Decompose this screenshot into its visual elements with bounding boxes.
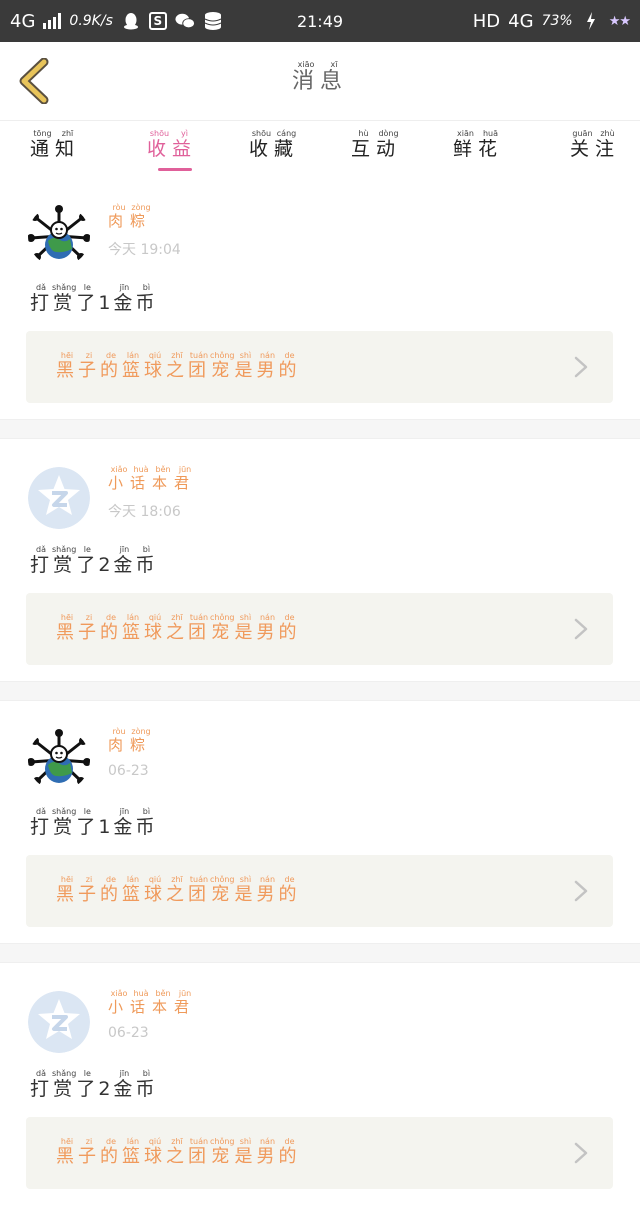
- referenced-post[interactable]: 黑hēi子zi的de篮lán球qiú之zhī团tuán宠chǒng是shì男ná…: [26, 855, 613, 927]
- avatar[interactable]: [28, 205, 90, 267]
- qq-avatar-icon: [28, 467, 90, 529]
- referenced-post[interactable]: 黑hēi子zi的de篮lán球qiú之zhī团tuán宠chǒng是shì男ná…: [26, 593, 613, 665]
- active-tab-indicator: [158, 168, 192, 171]
- chevron-right-icon: [574, 1142, 588, 1164]
- referenced-post[interactable]: 黑hēi子zi的de篮lán球qiú之zhī团tuán宠chǒng是shì男ná…: [26, 331, 613, 403]
- timestamp: 今天 19:04: [108, 242, 181, 258]
- globe-avatar-icon: [28, 205, 90, 267]
- reward-text: 打dǎ赏shǎng了le2金jīn币bì: [30, 1069, 158, 1100]
- chevron-right-icon: [574, 356, 588, 378]
- referenced-post[interactable]: 黑hēi子zi的de篮lán球qiú之zhī团tuán宠chǒng是shì男ná…: [26, 1117, 613, 1189]
- referenced-post-title: 黑hēi子zi的de篮lán球qiú之zhī团tuán宠chǒng是shì男ná…: [56, 875, 301, 905]
- message-card: 小xiǎo话huà本běn君jūn 今天 18:06 打dǎ赏shǎng了le2…: [0, 439, 640, 681]
- s-icon: S: [148, 12, 167, 30]
- title-char: 息xī: [320, 60, 349, 94]
- title-bar: 消xiāo息xī: [0, 42, 640, 121]
- username[interactable]: 肉ròu粽zòng: [108, 203, 152, 231]
- referenced-post-title: 黑hēi子zi的de篮lán球qiú之zhī团tuán宠chǒng是shì男ná…: [56, 613, 301, 643]
- charging-icon: [581, 11, 601, 31]
- tab-bar: 通tōng 知zhī 收shōu 益yì 收shōu 藏cáng 互hù 动dòng 鲜…: [0, 121, 640, 177]
- message-card: 肉ròu粽zòng 今天 19:04 打dǎ赏shǎng了le1金jīn币bì …: [0, 177, 640, 419]
- username[interactable]: 肉ròu粽zòng: [108, 727, 152, 755]
- chevron-right-icon: [574, 618, 588, 640]
- hd-indicator: HD: [472, 10, 501, 32]
- tab-following[interactable]: 关guān 注zhù: [530, 121, 630, 177]
- message-card: 肉ròu粽zòng 06-23 打dǎ赏shǎng了le1金jīn币bì 黑hē…: [0, 701, 640, 943]
- battery-level: 73%: [541, 13, 573, 29]
- timestamp: 今天 18:06: [108, 504, 181, 520]
- reward-text: 打dǎ赏shǎng了le2金jīn币bì: [30, 545, 158, 576]
- referenced-post-title: 黑hēi子zi的de篮lán球qiú之zhī团tuán宠chǒng是shì男ná…: [56, 1137, 301, 1167]
- avatar[interactable]: [28, 991, 90, 1053]
- section-divider: [0, 419, 640, 439]
- page-title: 消xiāo息xī: [0, 60, 640, 95]
- network-type-2: 4G: [508, 10, 534, 32]
- wechat-icon: [175, 11, 195, 31]
- status-bar: 4G 0.9K/s S 21:49 HD 4G 73% ★★: [0, 0, 640, 42]
- reward-text: 打dǎ赏shǎng了le1金jīn币bì: [30, 283, 158, 314]
- referenced-post-title: 黑hēi子zi的de篮lán球qiú之zhī团tuán宠chǒng是shì男ná…: [56, 351, 301, 381]
- message-list: 肉ròu粽zòng 今天 19:04 打dǎ赏shǎng了le1金jīn币bì …: [0, 177, 640, 1223]
- tab-notice[interactable]: 通tōng 知zhī: [20, 121, 120, 177]
- message-card: 小xiǎo话huà本běn君jūn 06-23 打dǎ赏shǎng了le2金jī…: [0, 963, 640, 1223]
- database-icon: [203, 11, 223, 31]
- status-left: 4G 0.9K/s S: [10, 11, 223, 32]
- status-right: HD 4G 73% ★★: [472, 10, 631, 32]
- signal-icon: [43, 13, 62, 29]
- tab-earnings[interactable]: 收shōu 益yì: [122, 121, 222, 177]
- tab-flowers[interactable]: 鲜xiān 花huā: [428, 121, 528, 177]
- username[interactable]: 小xiǎo话huà本běn君jūn: [108, 989, 196, 1017]
- timestamp: 06-23: [108, 1025, 149, 1041]
- network-speed: 0.9K/s: [69, 13, 113, 29]
- section-divider: [0, 681, 640, 701]
- title-char: 消xiāo: [291, 60, 320, 94]
- chevron-right-icon: [574, 880, 588, 902]
- tab-interaction[interactable]: 互hù 动dòng: [326, 121, 426, 177]
- avatar[interactable]: [28, 729, 90, 791]
- qq-icon: [121, 11, 141, 31]
- timestamp: 06-23: [108, 763, 149, 779]
- stars-icon: ★★: [608, 13, 631, 29]
- avatar[interactable]: [28, 467, 90, 529]
- network-type: 4G: [10, 10, 36, 32]
- username[interactable]: 小xiǎo话huà本běn君jūn: [108, 465, 196, 493]
- qq-avatar-icon: [28, 991, 90, 1053]
- reward-text: 打dǎ赏shǎng了le1金jīn币bì: [30, 807, 158, 838]
- section-divider: [0, 943, 640, 963]
- tab-favorites[interactable]: 收shōu 藏cáng: [224, 121, 324, 177]
- globe-avatar-icon: [28, 729, 90, 791]
